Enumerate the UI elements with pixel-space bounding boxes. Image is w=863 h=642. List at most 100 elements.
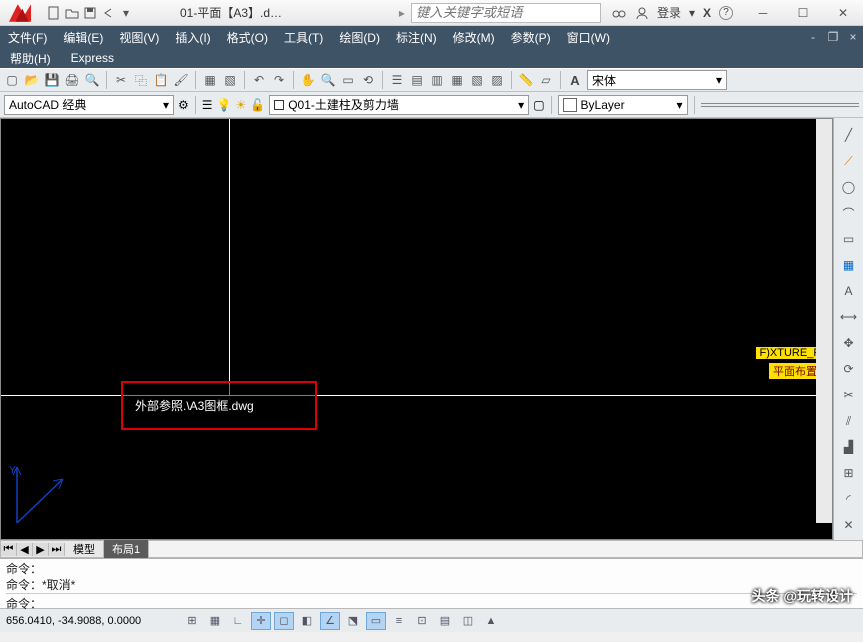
draw-circle-icon[interactable]: ◯ — [838, 176, 860, 198]
trim-icon[interactable]: ✂ — [838, 384, 860, 406]
layer-dropdown[interactable]: Q01-土建柱及剪力墙 ▾ — [269, 95, 529, 115]
drawing-canvas[interactable]: 外部参照.\A3图框.dwg F)XTURE_FU 平面布置图 Y — [0, 118, 833, 540]
redo-icon[interactable]: ↷ — [271, 72, 287, 88]
menu-help[interactable]: 帮助(H) — [0, 48, 61, 69]
matchprop-icon[interactable]: 🖌 — [173, 72, 189, 88]
measure-icon[interactable]: 📏 — [518, 72, 534, 88]
text-icon[interactable]: A — [838, 280, 860, 302]
tab-first-button[interactable]: ⏮ — [1, 543, 17, 556]
cut-icon[interactable]: ✂ — [113, 72, 129, 88]
tpy-toggle[interactable]: ⊡ — [412, 612, 432, 630]
save-icon[interactable] — [82, 5, 98, 21]
menu-express[interactable]: Express — [61, 49, 124, 67]
save-icon[interactable]: 💾 — [44, 72, 60, 88]
menu-format[interactable]: 格式(O) — [219, 26, 276, 49]
menu-dimension[interactable]: 标注(N) — [388, 26, 445, 49]
menu-draw[interactable]: 绘图(D) — [331, 26, 388, 49]
draw-pline-icon[interactable]: ⟋ — [838, 150, 860, 172]
array-icon[interactable]: ⊞ — [838, 462, 860, 484]
area-icon[interactable]: ▱ — [538, 72, 554, 88]
menu-modify[interactable]: 修改(M) — [445, 26, 503, 49]
binoculars-icon[interactable] — [611, 6, 627, 20]
open-icon[interactable]: 📂 — [24, 72, 40, 88]
chevron-down-icon[interactable]: ▾ — [689, 6, 695, 20]
copy-icon[interactable]: ⿻ — [133, 72, 149, 88]
tab-model[interactable]: 模型 — [65, 540, 104, 558]
menu-param[interactable]: 参数(P) — [503, 26, 559, 49]
new-icon[interactable]: ▢ — [4, 72, 20, 88]
menu-window[interactable]: 窗口(W) — [559, 26, 618, 49]
ducs-toggle[interactable]: ⬔ — [343, 612, 363, 630]
app-logo[interactable] — [0, 0, 40, 26]
chevron-down-icon[interactable]: ▾ — [118, 5, 134, 21]
open-icon[interactable] — [64, 5, 80, 21]
grid-toggle[interactable]: ▦ — [205, 612, 225, 630]
mdi-restore[interactable]: ❐ — [823, 30, 843, 44]
block-icon[interactable]: ▦ — [202, 72, 218, 88]
search-input[interactable] — [411, 3, 601, 23]
menu-view[interactable]: 视图(V) — [111, 26, 167, 49]
fillet-icon[interactable]: ◜ — [838, 488, 860, 510]
props-icon[interactable]: ☰ — [389, 72, 405, 88]
vertical-scrollbar[interactable] — [816, 119, 832, 523]
lwt-toggle[interactable]: ≡ — [389, 612, 409, 630]
markup-icon[interactable]: ▧ — [469, 72, 485, 88]
layer-iso-icon[interactable]: ▢ — [533, 98, 544, 112]
close-button[interactable]: ✕ — [823, 1, 863, 25]
undo-icon[interactable] — [100, 5, 116, 21]
mdi-close[interactable]: × — [843, 30, 863, 44]
rotate-icon[interactable]: ⟳ — [838, 358, 860, 380]
dyn-toggle[interactable]: ▭ — [366, 612, 386, 630]
calc-icon[interactable]: ▨ — [489, 72, 505, 88]
layer-sun-icon[interactable]: ☀ — [235, 98, 246, 112]
move-icon[interactable]: ✥ — [838, 332, 860, 354]
offset-icon[interactable]: ⫽ — [838, 410, 860, 432]
layerprop-icon[interactable]: ☰ — [202, 98, 213, 112]
design-center-icon[interactable]: ▤ — [409, 72, 425, 88]
tab-next-button[interactable]: ▶ — [33, 543, 49, 556]
user-icon[interactable] — [635, 6, 649, 20]
ann-toggle[interactable]: ▲ — [481, 612, 501, 630]
draw-line-icon[interactable]: ╱ — [838, 124, 860, 146]
chevron-right-icon[interactable]: ▸ — [399, 6, 405, 20]
layer-bulb-icon[interactable]: 💡 — [217, 98, 232, 112]
gear-icon[interactable]: ⚙ — [178, 98, 189, 112]
new-icon[interactable] — [46, 5, 62, 21]
horizontal-scrollbar[interactable] — [149, 541, 862, 557]
layer-lock-icon[interactable]: 🔓 — [250, 98, 265, 112]
textstyle-icon[interactable]: A — [567, 72, 583, 88]
erase-icon[interactable]: ✕ — [838, 514, 860, 536]
snap-toggle[interactable]: ⊞ — [182, 612, 202, 630]
maximize-button[interactable]: ☐ — [783, 1, 823, 25]
dim-icon[interactable]: ⟷ — [838, 306, 860, 328]
osnap-toggle[interactable]: ◻ — [274, 612, 294, 630]
command-window[interactable]: 命令： 命令：*取消* 命令： 头条 @玩转设计 — [0, 558, 863, 608]
sheet-set-icon[interactable]: ▦ — [449, 72, 465, 88]
zoom-icon[interactable]: 🔍 — [320, 72, 336, 88]
sc-toggle[interactable]: ◫ — [458, 612, 478, 630]
zoom-window-icon[interactable]: ▭ — [340, 72, 356, 88]
zoom-prev-icon[interactable]: ⟲ — [360, 72, 376, 88]
menu-file[interactable]: 文件(F) — [0, 26, 55, 49]
workspace-dropdown[interactable]: AutoCAD 经典▾ — [4, 95, 174, 115]
otrack-toggle[interactable]: ∠ — [320, 612, 340, 630]
mirror-icon[interactable]: ▟ — [838, 436, 860, 458]
draw-rect-icon[interactable]: ▭ — [838, 228, 860, 250]
tab-prev-button[interactable]: ◀ — [17, 543, 33, 556]
polar-toggle[interactable]: ✛ — [251, 612, 271, 630]
color-dropdown[interactable]: ByLayer ▾ — [558, 95, 688, 115]
pan-icon[interactable]: ✋ — [300, 72, 316, 88]
help-icon[interactable]: ? — [719, 6, 733, 20]
menu-insert[interactable]: 插入(I) — [167, 26, 218, 49]
login-label[interactable]: 登录 — [657, 4, 681, 21]
menu-tools[interactable]: 工具(T) — [276, 26, 331, 49]
block2-icon[interactable]: ▧ — [222, 72, 238, 88]
menu-edit[interactable]: 编辑(E) — [55, 26, 111, 49]
tab-layout1[interactable]: 布局1 — [104, 540, 149, 558]
hatch-icon[interactable]: ▦ — [838, 254, 860, 276]
qp-toggle[interactable]: ▤ — [435, 612, 455, 630]
preview-icon[interactable]: 🔍 — [84, 72, 100, 88]
undo-icon[interactable]: ↶ — [251, 72, 267, 88]
paste-icon[interactable]: 📋 — [153, 72, 169, 88]
cmd-prompt[interactable]: 命令： — [6, 593, 857, 612]
